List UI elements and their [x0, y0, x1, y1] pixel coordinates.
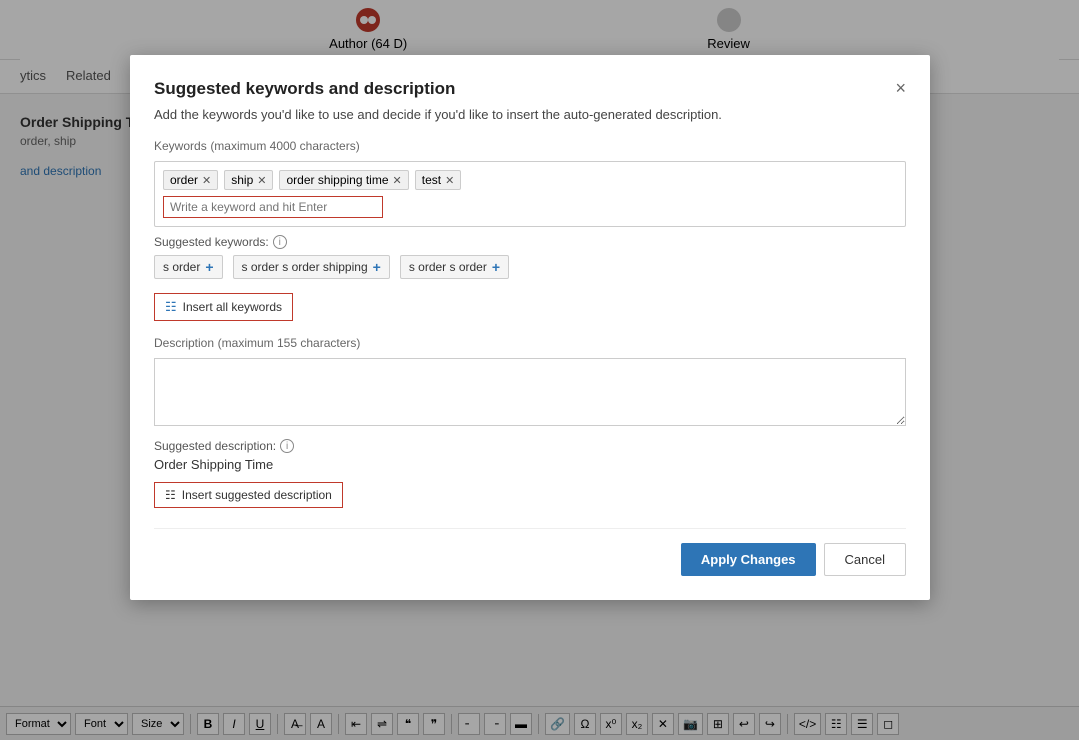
suggested-keywords-info-icon[interactable]: i [273, 235, 287, 249]
tag-test: test ✕ [415, 170, 462, 190]
tag-test-remove[interactable]: ✕ [445, 174, 454, 187]
modal-footer: Apply Changes Cancel [154, 528, 906, 576]
suggested-tag-2-add[interactable]: + [492, 259, 500, 275]
keyword-input[interactable] [163, 196, 383, 218]
suggested-tags-row: s order + s order s order shipping + s o… [154, 255, 906, 279]
modal-title: Suggested keywords and description [154, 79, 455, 99]
cancel-button[interactable]: Cancel [824, 543, 906, 576]
modal: Suggested keywords and description × Add… [130, 55, 930, 600]
keywords-label: Keywords (maximum 4000 characters) [154, 138, 906, 153]
suggested-tag-0: s order + [154, 255, 223, 279]
close-button[interactable]: × [895, 79, 906, 97]
suggested-desc-text: Order Shipping Time [154, 457, 906, 472]
modal-header: Suggested keywords and description × [154, 79, 906, 99]
tag-order-shipping-time: order shipping time ✕ [279, 170, 408, 190]
suggested-tag-1: s order s order shipping + [233, 255, 390, 279]
insert-all-icon: ☷ [165, 299, 177, 315]
insert-desc-icon: ☷ [165, 488, 176, 502]
suggested-desc-label: Suggested description: i [154, 439, 906, 453]
insert-suggested-description-button[interactable]: ☷ Insert suggested description [154, 482, 343, 508]
tag-order-shipping-time-remove[interactable]: ✕ [393, 174, 402, 187]
suggested-tag-0-add[interactable]: + [205, 259, 213, 275]
suggested-tag-1-add[interactable]: + [373, 259, 381, 275]
tag-order: order ✕ [163, 170, 218, 190]
suggested-keywords-label: Suggested keywords: i [154, 235, 906, 249]
tag-ship-remove[interactable]: ✕ [257, 174, 266, 187]
suggested-desc-info-icon[interactable]: i [280, 439, 294, 453]
modal-subtitle: Add the keywords you'd like to use and d… [154, 107, 906, 122]
tags-row: order ✕ ship ✕ order shipping time ✕ tes… [163, 170, 897, 190]
apply-changes-button[interactable]: Apply Changes [681, 543, 816, 576]
suggested-tag-2: s order s order + [400, 255, 509, 279]
tag-ship: ship ✕ [224, 170, 273, 190]
description-textarea[interactable] [154, 358, 906, 426]
description-label: Description (maximum 155 characters) [154, 335, 906, 350]
tag-order-remove[interactable]: ✕ [202, 174, 211, 187]
insert-all-keywords-button[interactable]: ☷ Insert all keywords [154, 293, 293, 321]
keywords-box: order ✕ ship ✕ order shipping time ✕ tes… [154, 161, 906, 227]
